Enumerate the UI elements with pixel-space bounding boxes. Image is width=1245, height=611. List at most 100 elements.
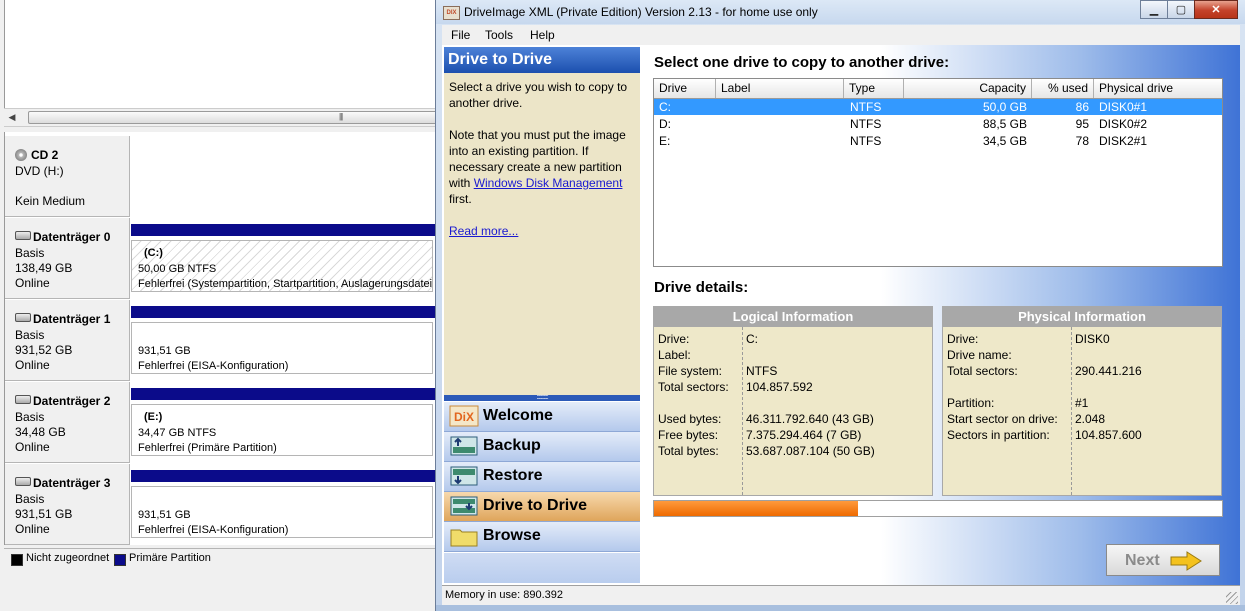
menu-tools[interactable]: Tools — [485, 28, 513, 42]
partition-bar — [131, 470, 435, 482]
intro-text: Select a drive you wish to copy to anoth… — [449, 80, 628, 110]
nav-backup[interactable]: Backup — [444, 432, 640, 462]
info-value: 290.441.216 — [1075, 364, 1142, 378]
resize-grip-icon[interactable] — [1226, 592, 1238, 604]
cell-physical: DISK0#1 — [1099, 100, 1148, 114]
partition-e[interactable]: (E:) 34,47 GB NTFS Fehlerfrei (Primäre P… — [131, 388, 435, 456]
partition-status: Fehlerfrei (Primäre Partition) — [138, 442, 277, 454]
disk-type: Basis — [15, 410, 45, 424]
disk-label[interactable]: Datenträger 3 Basis 931,51 GB Online — [5, 464, 130, 545]
logical-info-box: Logical Information Drive: C: Label: Fil… — [653, 306, 933, 496]
partition-disk1[interactable]: 931,51 GB Fehlerfrei (EISA-Konfiguration… — [131, 306, 435, 374]
info-key: Drive: — [658, 332, 690, 346]
disk-row-1: Datenträger 1 Basis 931,52 GB Online 931… — [5, 300, 441, 381]
disk-label[interactable]: Datenträger 0 Basis 138,49 GB Online — [5, 218, 130, 299]
info-key: Drive name: — [947, 348, 1012, 362]
partition-body[interactable]: (C:) 50,00 GB NTFS Fehlerfrei (Systempar… — [131, 240, 433, 292]
cell-capacity: 88,5 GB — [982, 117, 1027, 131]
disk-name: Datenträger 1 — [33, 312, 111, 326]
disk-label[interactable]: Datenträger 1 Basis 931,52 GB Online — [5, 300, 130, 381]
arrow-right-icon — [1170, 551, 1202, 571]
disk-row-2: Datenträger 2 Basis 34,48 GB Online (E:)… — [5, 382, 441, 463]
title-bar[interactable]: DIX DriveImage XML (Private Edition) Ver… — [436, 0, 1245, 24]
col-used[interactable]: % used — [1032, 79, 1094, 98]
partition-body[interactable]: 931,51 GB Fehlerfrei (EISA-Konfiguration… — [131, 486, 433, 538]
close-button[interactable]: ✕ — [1194, 0, 1238, 19]
partition-bar — [131, 224, 435, 236]
hard-disk-icon — [15, 313, 31, 322]
cell-physical: DISK0#2 — [1099, 117, 1148, 131]
disk-status: Online — [15, 440, 50, 454]
dix-logo-icon: DiX — [449, 405, 479, 427]
cell-drive: C: — [659, 100, 671, 114]
info-key: Used bytes: — [658, 412, 722, 426]
logical-info-header: Logical Information — [654, 307, 932, 327]
cell-capacity: 34,5 GB — [982, 134, 1027, 148]
col-capacity[interactable]: Capacity — [904, 79, 1032, 98]
col-type[interactable]: Type — [844, 79, 904, 98]
content-panel: Select one drive to copy to another driv… — [650, 45, 1240, 585]
partition-c[interactable]: (C:) 50,00 GB NTFS Fehlerfrei (Systempar… — [131, 224, 435, 292]
col-drive[interactable]: Drive — [654, 79, 716, 98]
disk-label[interactable]: Datenträger 2 Basis 34,48 GB Online — [5, 382, 130, 463]
disk-size: 931,52 GB — [15, 343, 73, 357]
progress-fill — [654, 501, 859, 516]
disk-name: Datenträger 3 — [33, 476, 111, 490]
hard-disk-icon — [15, 395, 31, 404]
info-value: DISK0 — [1075, 332, 1110, 346]
drive-details-title: Drive details: — [654, 279, 749, 296]
col-label[interactable]: Label — [716, 79, 844, 98]
nav-restore[interactable]: Restore — [444, 462, 640, 492]
nav-browse[interactable]: Browse — [444, 522, 640, 552]
disk-size: 138,49 GB — [15, 261, 73, 275]
table-row[interactable]: C: NTFS 50,0 GB 86 DISK0#1 — [654, 99, 1222, 115]
menu-help[interactable]: Help — [530, 28, 555, 42]
table-row[interactable]: D: NTFS 88,5 GB 95 DISK0#2 — [654, 116, 1222, 132]
nav-label: Drive to Drive — [483, 497, 588, 514]
col-physical[interactable]: Physical drive — [1094, 79, 1222, 98]
splitter-grip[interactable]: :::::::::::: — [444, 394, 640, 401]
table-row[interactable]: E: NTFS 34,5 GB 78 DISK2#1 — [654, 133, 1222, 149]
cell-physical: DISK2#1 — [1099, 134, 1148, 148]
disk-management-link[interactable]: Windows Disk Management — [474, 176, 623, 190]
cell-type: NTFS — [850, 117, 882, 131]
drive-list[interactable]: Drive Label Type Capacity % used Physica… — [653, 78, 1223, 267]
cell-type: NTFS — [850, 134, 882, 148]
note-text: Note that you must put the image into an… — [449, 128, 626, 206]
physical-info-header: Physical Information — [943, 307, 1221, 327]
read-more-link[interactable]: Read more... — [449, 224, 518, 238]
column-divider — [1071, 327, 1072, 495]
partition-body[interactable]: (E:) 34,47 GB NTFS Fehlerfrei (Primäre P… — [131, 404, 433, 456]
disk-status: Online — [15, 358, 50, 372]
legend-label-unallocated: Nicht zugeordnet — [26, 552, 110, 564]
cell-used: 86 — [1075, 100, 1089, 114]
legend-swatch-primary — [114, 554, 126, 566]
info-value: NTFS — [746, 364, 778, 378]
window-frame-bottom — [436, 605, 1245, 611]
client-area: Drive to Drive Select a drive you wish t… — [442, 45, 1240, 585]
info-key: Partition: — [947, 396, 995, 410]
app-icon[interactable]: DIX — [443, 6, 460, 20]
legend-swatch-unallocated — [11, 554, 23, 566]
disk-list: CD 2 DVD (H:) Kein Medium Datenträger 0 … — [4, 132, 441, 545]
disk-row-cd2: CD 2 DVD (H:) Kein Medium — [5, 136, 441, 217]
minimize-button[interactable]: ▁ — [1140, 0, 1168, 19]
next-button[interactable]: Next — [1106, 544, 1220, 576]
nav-drive-to-drive[interactable]: Drive to Drive — [444, 492, 640, 522]
scrollbar-thumb[interactable]: ||| — [28, 111, 440, 124]
maximize-button[interactable]: ▢ — [1167, 0, 1195, 19]
info-value: 104.857.592 — [746, 380, 813, 394]
info-key: Label: — [658, 348, 691, 362]
partition-disk3[interactable]: 931,51 GB Fehlerfrei (EISA-Konfiguration… — [131, 470, 435, 538]
partition-body[interactable]: 931,51 GB Fehlerfrei (EISA-Konfiguration… — [131, 322, 433, 374]
info-key: Sectors in partition: — [947, 428, 1050, 442]
menu-file[interactable]: File — [451, 28, 470, 42]
disk-label[interactable]: CD 2 DVD (H:) Kein Medium — [5, 136, 130, 217]
partition-status: Fehlerfrei (EISA-Konfiguration) — [138, 524, 289, 536]
memory-status: Memory in use: 890.392 — [445, 589, 564, 601]
scroll-left-icon[interactable]: ◀ — [7, 112, 17, 122]
horizontal-scrollbar[interactable]: ◀ ||| — [4, 108, 440, 127]
legend: Nicht zugeordnet Primäre Partition — [4, 548, 440, 569]
nav-welcome[interactable]: DiX Welcome — [444, 402, 640, 432]
disk-type: Basis — [15, 246, 45, 260]
